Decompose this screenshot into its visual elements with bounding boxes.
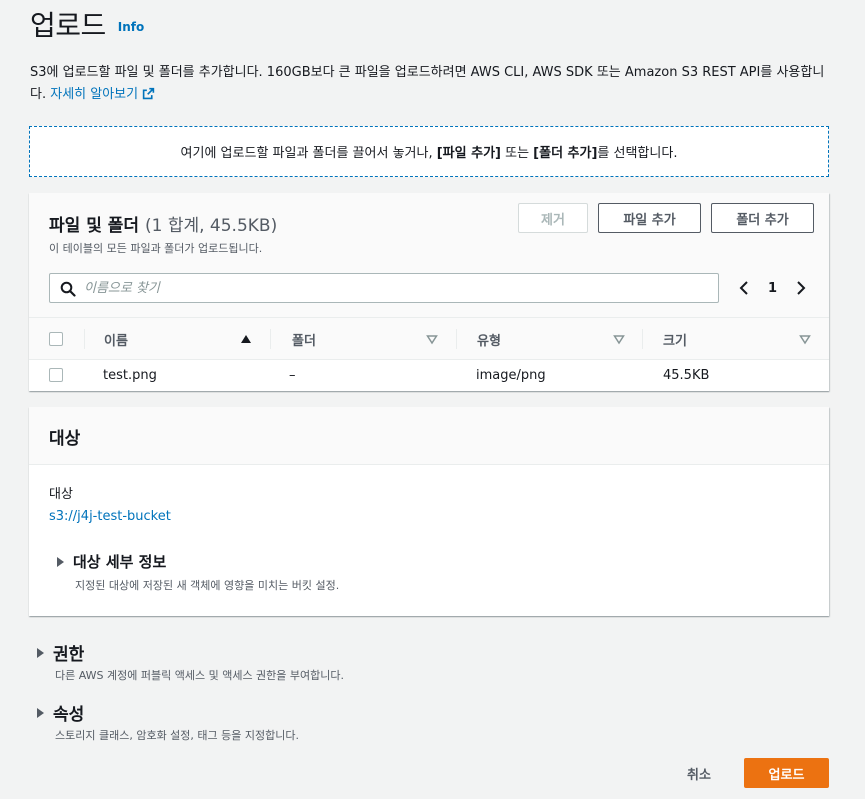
dropzone-folder-label: [폴더 추가] xyxy=(533,146,598,161)
dropzone-file-label: [파일 추가] xyxy=(436,146,501,161)
caret-right-icon xyxy=(37,647,44,658)
drop-zone[interactable]: 여기에 업로드할 파일과 폴더를 끌어서 놓거나, [파일 추가] 또는 [폴더… xyxy=(29,126,829,177)
destination-label: 대상 xyxy=(49,487,73,502)
chevron-right-icon[interactable] xyxy=(791,278,811,298)
chevron-left-icon[interactable] xyxy=(734,278,754,298)
search-box xyxy=(49,273,719,303)
search-icon xyxy=(60,281,76,297)
properties-title: 속성 xyxy=(53,705,85,725)
column-header-type[interactable]: 유형 xyxy=(477,318,501,360)
learn-more-label: 자세히 알아보기 xyxy=(50,87,139,102)
dropzone-middle: 또는 xyxy=(500,146,534,161)
page-description: S3에 업로드할 파일 및 폴더를 추가합니다. 160GB보다 큰 파일을 업… xyxy=(30,62,830,106)
page-header: 업로드 Info xyxy=(30,4,144,44)
table-row[interactable]: test.png – image/png 45.5KB xyxy=(29,360,829,390)
destination-details-expander[interactable]: 대상 세부 정보 xyxy=(55,551,166,572)
table-header: 이름 폴더 유형 크기 xyxy=(29,318,829,360)
permissions-title: 권한 xyxy=(53,645,85,665)
destination-panel: 대상 대상 s3://j4j-test-bucket 대상 세부 정보 지정된 … xyxy=(29,407,829,616)
files-subtitle: 이 테이블의 모든 파일과 폴더가 업로드됩니다. xyxy=(49,242,263,255)
cell-size: 45.5KB xyxy=(663,367,710,383)
cancel-button[interactable]: 취소 xyxy=(668,758,730,788)
cell-folder: – xyxy=(289,367,296,383)
properties-expander[interactable]: 속성 xyxy=(35,700,84,725)
destination-details-title: 대상 세부 정보 xyxy=(73,553,167,571)
column-divider xyxy=(456,329,457,349)
cell-name: test.png xyxy=(103,367,157,383)
pagination: 1 xyxy=(734,273,811,303)
row-checkbox[interactable] xyxy=(49,368,63,382)
remove-button[interactable]: 제거 xyxy=(518,203,588,233)
upload-button[interactable]: 업로드 xyxy=(744,758,829,788)
page-title: 업로드 xyxy=(30,9,106,42)
column-header-folder[interactable]: 폴더 xyxy=(292,318,316,360)
page-number[interactable]: 1 xyxy=(768,281,777,296)
destination-details-subtitle: 지정된 대상에 저장된 새 객체에 영향을 미치는 버킷 설정. xyxy=(75,579,340,592)
sort-ascending-icon[interactable] xyxy=(240,333,252,345)
add-files-button[interactable]: 파일 추가 xyxy=(598,203,701,233)
column-divider xyxy=(270,329,271,349)
cell-type: image/png xyxy=(476,367,546,383)
sort-icon[interactable] xyxy=(613,333,625,345)
permissions-expander[interactable]: 권한 xyxy=(35,640,84,665)
files-title-text: 파일 및 폴더 xyxy=(49,216,140,236)
add-folder-button[interactable]: 폴더 추가 xyxy=(711,203,814,233)
files-count: (1 합계, 45.5KB) xyxy=(144,216,278,236)
dropzone-prefix: 여기에 업로드할 파일과 폴더를 끌어서 놓거나, xyxy=(180,146,433,161)
column-header-name[interactable]: 이름 xyxy=(104,318,128,360)
column-divider xyxy=(642,329,643,349)
learn-more-link[interactable]: 자세히 알아보기 xyxy=(50,87,155,102)
search-input[interactable] xyxy=(84,274,704,302)
sort-icon[interactable] xyxy=(799,333,811,345)
sort-icon[interactable] xyxy=(426,333,438,345)
caret-right-icon xyxy=(37,707,44,718)
external-link-icon xyxy=(142,87,155,100)
column-divider xyxy=(84,329,85,349)
column-header-size[interactable]: 크기 xyxy=(663,318,687,360)
permissions-subtitle: 다른 AWS 계정에 퍼블릭 액세스 및 액세스 권한을 부여합니다. xyxy=(55,669,345,682)
files-title: 파일 및 폴더 (1 합계, 45.5KB) xyxy=(49,211,277,236)
select-all-checkbox[interactable] xyxy=(49,332,63,346)
destination-bucket-link[interactable]: s3://j4j-test-bucket xyxy=(49,509,171,524)
properties-subtitle: 스토리지 클래스, 암호화 설정, 태그 등을 지정합니다. xyxy=(55,729,299,742)
info-link[interactable]: Info xyxy=(118,20,144,34)
caret-right-icon xyxy=(57,556,64,567)
destination-title: 대상 xyxy=(49,429,81,449)
files-panel-header: 파일 및 폴더 (1 합계, 45.5KB) 이 테이블의 모든 파일과 폴더가… xyxy=(29,193,829,318)
dropzone-suffix: 를 선택합니다. xyxy=(597,146,678,161)
files-panel: 파일 및 폴더 (1 합계, 45.5KB) 이 테이블의 모든 파일과 폴더가… xyxy=(29,193,829,391)
destination-header: 대상 xyxy=(29,407,829,465)
